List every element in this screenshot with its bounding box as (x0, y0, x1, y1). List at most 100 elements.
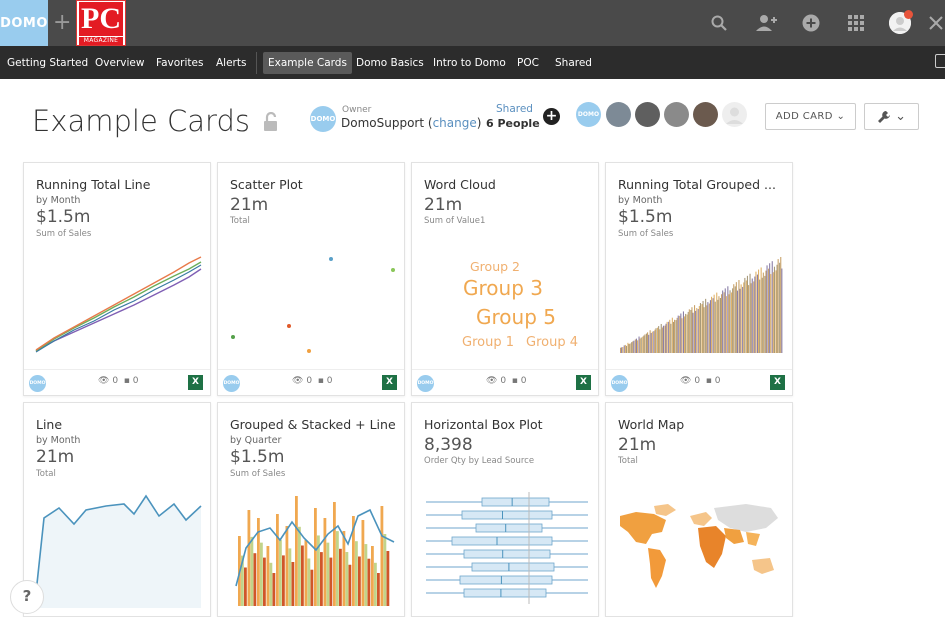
nav-poc[interactable]: POC (512, 52, 544, 74)
card-title[interactable]: Line (36, 417, 206, 432)
card-running-total-grouped[interactable]: Running Total Grouped ... by Month $1.5m… (605, 162, 793, 396)
chevron-down-icon: ⌄ (836, 111, 846, 122)
grouped-bar (635, 338, 637, 353)
grouped-bar (746, 275, 748, 353)
grouped-bar (654, 329, 656, 353)
card-horizontal-box-plot[interactable]: Horizontal Box Plot 8,398 Order Qty by L… (411, 402, 599, 617)
card-title[interactable]: Running Total Line (36, 177, 206, 192)
app-grid-icon[interactable] (846, 13, 866, 33)
view-count: 0 (306, 376, 313, 386)
change-owner-link[interactable]: change (433, 116, 477, 130)
card-title[interactable]: Word Cloud (424, 177, 594, 192)
card-world-map[interactable]: World Map 21m Total (605, 402, 793, 617)
shared-count[interactable]: 6 People (486, 117, 540, 130)
card-word-cloud[interactable]: Word Cloud 21m Sum of Value1 Group 2 Gro… (411, 162, 599, 396)
stacked-bar-segment (282, 555, 285, 606)
stacked-bar-segment (348, 564, 352, 606)
card-title[interactable]: Running Total Grouped ... (618, 177, 788, 192)
comment-icon[interactable]: ▪ (706, 376, 712, 386)
shared-avatar-domo[interactable]: DOMO (576, 102, 601, 127)
add-person-button[interactable]: + (543, 108, 560, 125)
close-icon[interactable] (926, 13, 945, 33)
grouped-bar (622, 347, 624, 353)
card-owner-avatar[interactable]: DOMO (29, 375, 46, 392)
grouped-bar (771, 261, 773, 353)
grouped-bar (677, 315, 679, 353)
nav-intro-to-domo[interactable]: Intro to Domo (428, 52, 511, 74)
card-title[interactable]: Horizontal Box Plot (424, 417, 594, 432)
user-avatar[interactable] (889, 10, 913, 34)
excel-icon[interactable]: X (770, 375, 785, 390)
grouped-bar (620, 347, 622, 353)
add-card-button[interactable]: ADD CARD ⌄ (765, 103, 856, 130)
grouped-bar (675, 320, 677, 353)
card-owner-avatar[interactable]: DOMO (223, 375, 240, 392)
grouped-bar (699, 303, 701, 353)
nav-getting-started[interactable]: Getting Started (2, 52, 93, 74)
page-options-icon[interactable] (935, 54, 945, 68)
grouped-bar (729, 290, 731, 353)
stacked-bar-segment (276, 514, 279, 606)
card-scatter-plot[interactable]: Scatter Plot 21m Total DOMO 👁 0 ▪ 0 X (217, 162, 405, 396)
chevron-down-icon: ⌄ (895, 109, 907, 124)
box (463, 549, 551, 559)
help-button[interactable]: ? (10, 580, 44, 614)
owner-name: DomoSupport (change) (341, 116, 482, 130)
grouped-bar (632, 341, 634, 353)
stacked-bar-segment (333, 502, 336, 606)
domo-logo[interactable]: DOMO (0, 0, 48, 46)
grouped-bar (738, 280, 740, 353)
grouped-bar (761, 277, 763, 353)
excel-icon[interactable]: X (188, 375, 203, 390)
box (463, 588, 547, 598)
card-running-total-line[interactable]: Running Total Line by Month $1.5m Sum of… (23, 162, 211, 396)
nav-domo-basics[interactable]: Domo Basics (351, 52, 429, 74)
card-line[interactable]: Line by Month 21m Total (23, 402, 211, 617)
card-summary-label: Total (230, 216, 250, 226)
plus-separator: + (53, 10, 72, 35)
shared-avatar-2[interactable] (635, 102, 660, 127)
nav-overview[interactable]: Overview (90, 52, 149, 74)
search-icon[interactable] (709, 13, 729, 33)
grouped-bar (661, 327, 663, 353)
comment-icon[interactable]: ▪ (124, 376, 130, 386)
shared-avatar-3[interactable] (664, 102, 689, 127)
excel-icon[interactable]: X (576, 375, 591, 390)
unlock-icon[interactable] (262, 111, 280, 132)
shared-avatar-4[interactable] (693, 102, 718, 127)
grouped-bar (708, 303, 710, 353)
card-owner-avatar[interactable]: DOMO (611, 375, 628, 392)
excel-icon[interactable]: X (382, 375, 397, 390)
grouped-bar (762, 272, 764, 353)
add-user-icon[interactable] (754, 13, 778, 33)
box (459, 575, 553, 585)
wrench-icon (877, 110, 890, 123)
grouped-bar (754, 276, 756, 353)
card-grouped-stacked-line[interactable]: Grouped & Stacked + Line by Quarter $1.5… (217, 402, 405, 617)
card-owner-avatar[interactable]: DOMO (417, 375, 434, 392)
card-title[interactable]: World Map (618, 417, 788, 432)
nav-shared[interactable]: Shared (550, 52, 597, 74)
nav-favorites[interactable]: Favorites (151, 52, 208, 74)
comment-icon[interactable]: ▪ (512, 376, 518, 386)
pc-magazine-logo[interactable]: PC MAGAZINE (76, 0, 126, 46)
grouped-bar (709, 300, 711, 353)
grouped-bar (724, 288, 726, 353)
grouped-bar (647, 332, 649, 353)
comment-icon[interactable]: ▪ (318, 376, 324, 386)
stacked-bar-segment (247, 510, 251, 606)
add-circle-icon[interactable] (801, 13, 821, 33)
card-title[interactable]: Grouped & Stacked + Line (230, 417, 400, 432)
card-stats: 👁 0 ▪ 0 (486, 376, 527, 386)
owner-avatar[interactable]: DOMO (310, 106, 336, 132)
card-title[interactable]: Scatter Plot (230, 177, 400, 192)
grouped-bar (742, 286, 744, 353)
nav-alerts[interactable]: Alerts (211, 52, 251, 74)
shared-avatar-5[interactable] (722, 102, 747, 127)
page-tools-button[interactable]: ⌄ (864, 103, 919, 130)
stacked-bar-segment (272, 573, 276, 606)
grouped-bar (687, 311, 689, 353)
shared-avatar-1[interactable] (606, 102, 631, 127)
nav-example-cards[interactable]: Example Cards (263, 52, 352, 74)
stacked-bar-segment (339, 548, 342, 606)
